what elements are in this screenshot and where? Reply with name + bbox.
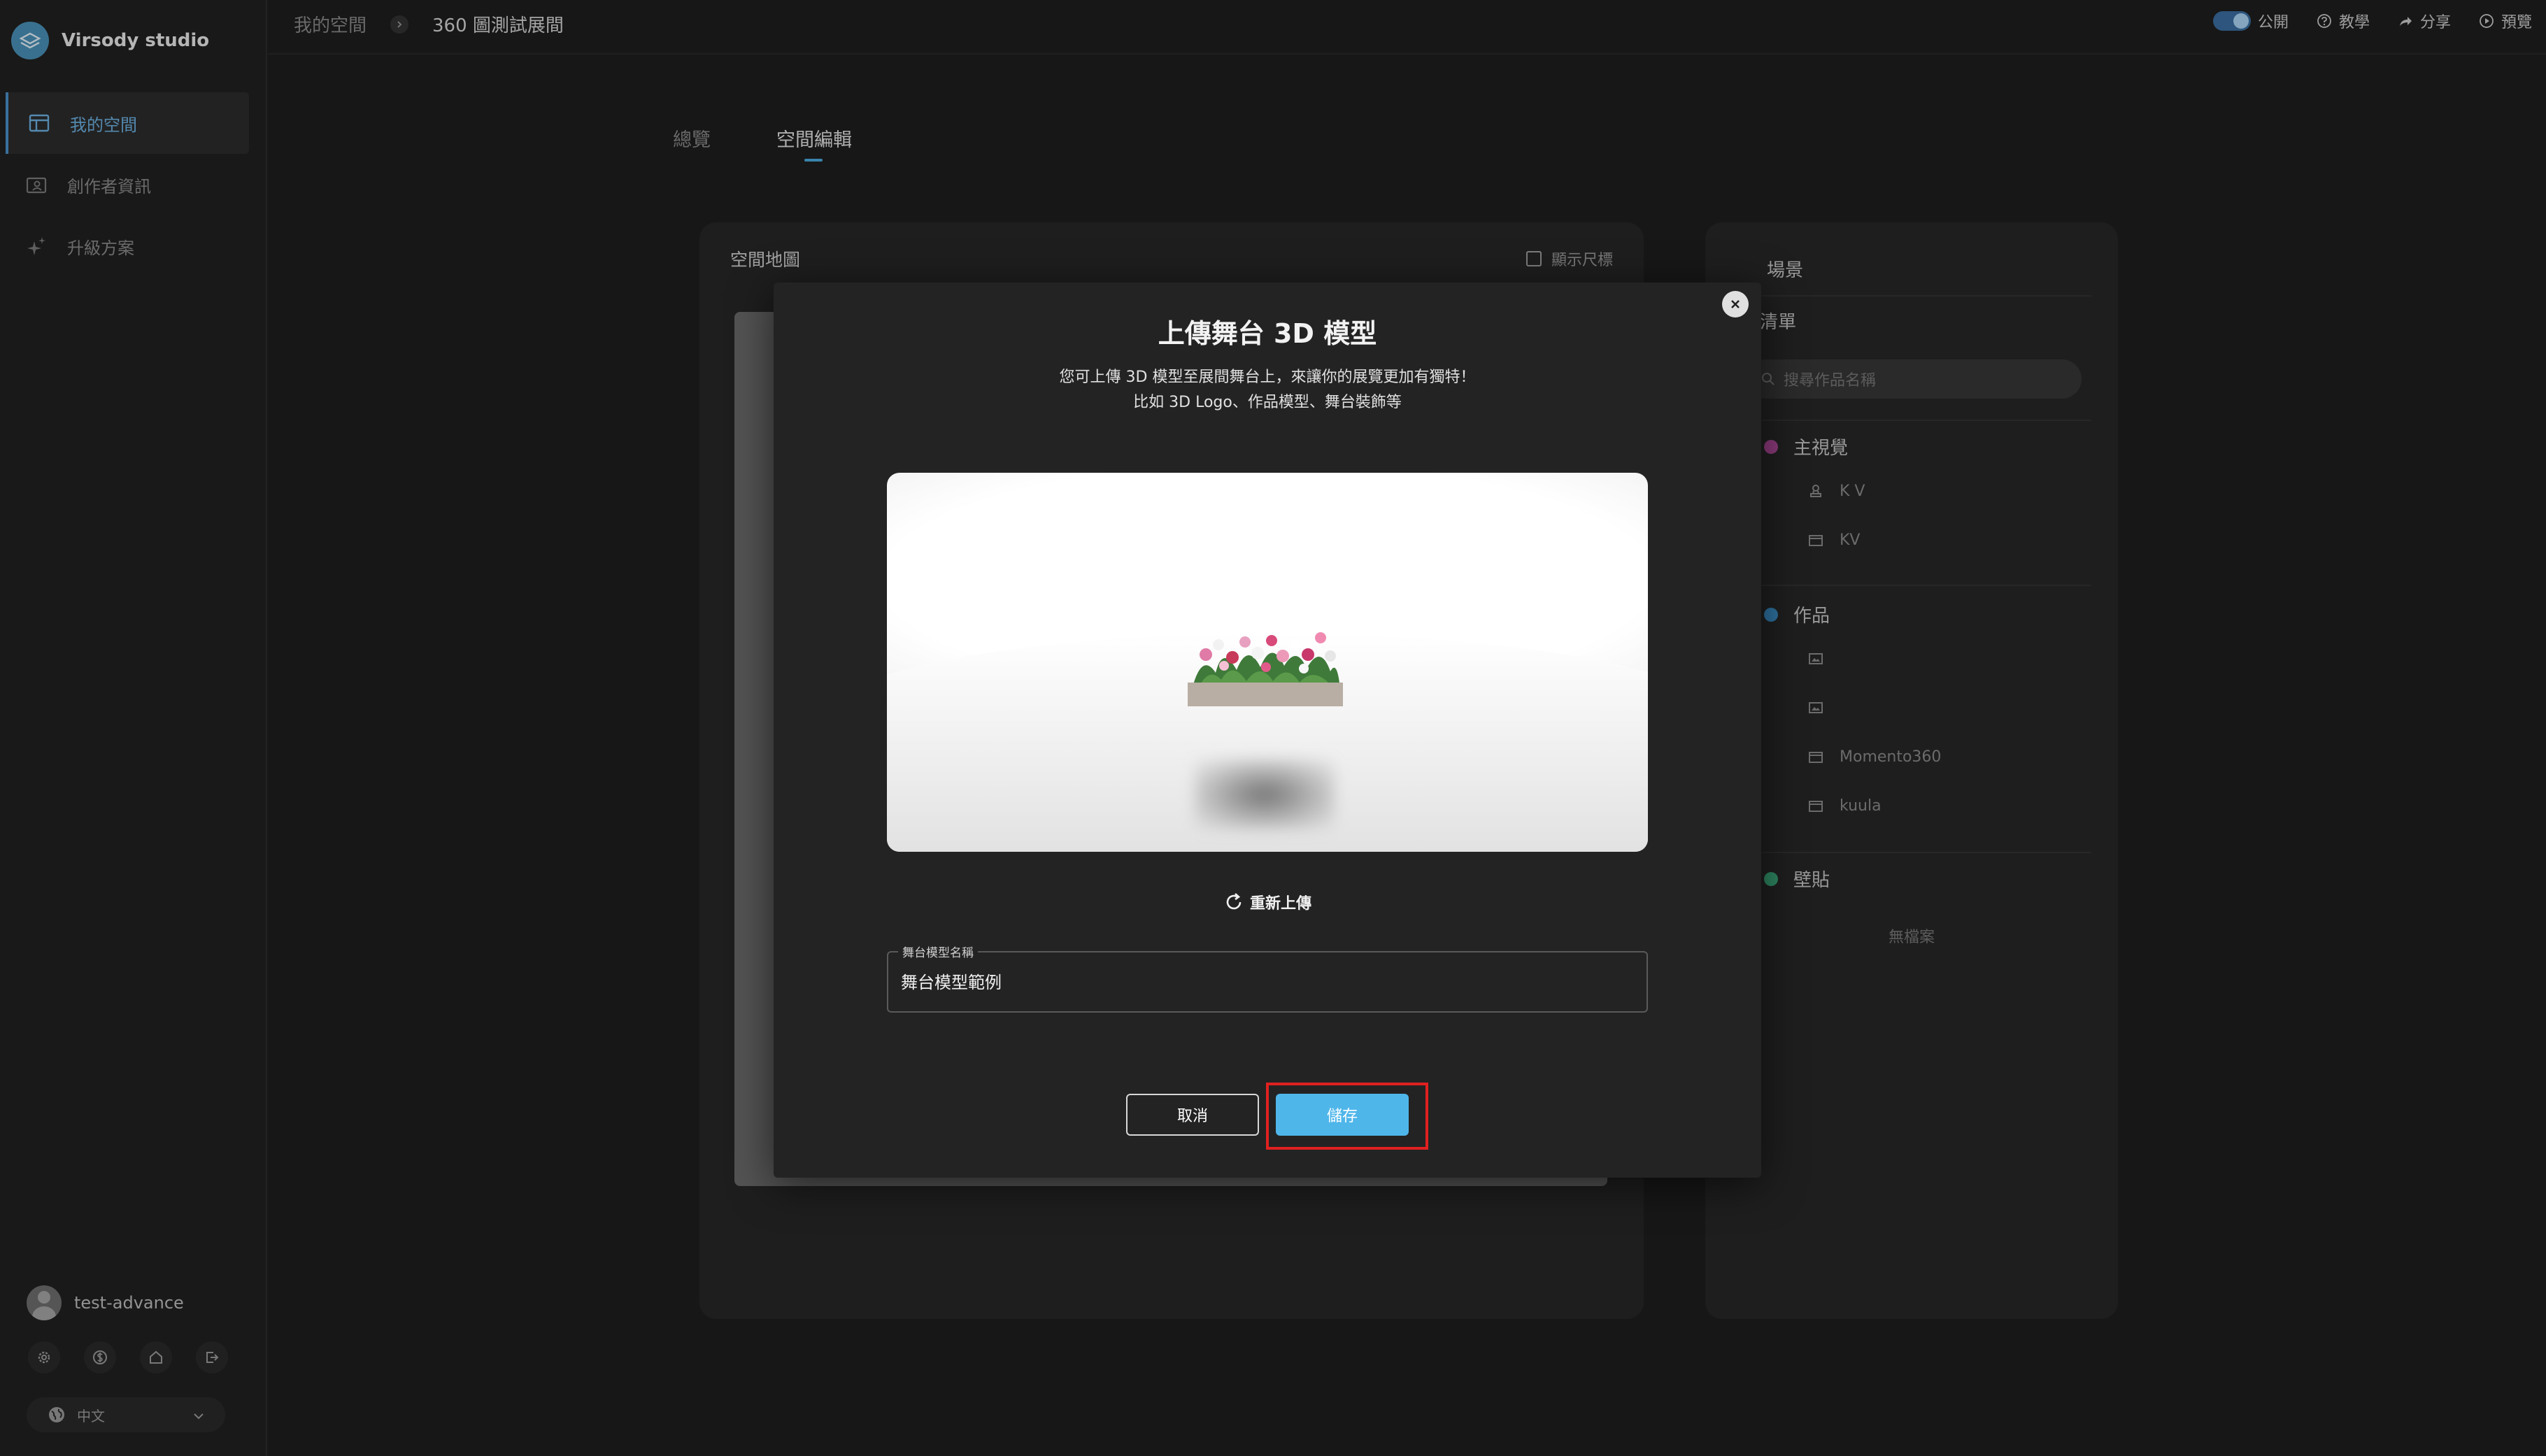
flower-planter-model: [1192, 632, 1340, 690]
description-line: 您可上傳 3D 模型至展間舞台上，來讓你的展覽更加有獨特！: [1059, 369, 1476, 386]
model-reflection: [1195, 759, 1335, 829]
upload-stage-model-dialog: 上傳舞台 3D 模型 您可上傳 3D 模型至展間舞台上，來讓你的展覽更加有獨特！…: [774, 283, 1761, 1178]
save-button[interactable]: 儲存: [1276, 1094, 1409, 1136]
description-line: 比如 3D Logo、作品模型、舞台裝飾等: [1133, 394, 1402, 411]
model-name-label: 舞台模型名稱: [898, 943, 978, 960]
planter-box: [1188, 683, 1343, 706]
close-icon: [1731, 300, 1740, 308]
dialog-description: 您可上傳 3D 模型至展間舞台上，來讓你的展覽更加有獨特！ 比如 3D Logo…: [774, 365, 1761, 415]
cancel-button[interactable]: 取消: [1126, 1094, 1259, 1136]
dialog-title: 上傳舞台 3D 模型: [1158, 318, 1377, 349]
model-preview-viewport[interactable]: [887, 473, 1648, 852]
reupload-button[interactable]: 重新上傳: [774, 891, 1761, 913]
model-name-field: 舞台模型名稱: [887, 943, 1648, 1013]
refresh-icon: [1226, 893, 1242, 910]
reupload-label: 重新上傳: [1249, 895, 1311, 913]
model-name-input[interactable]: [901, 965, 1628, 996]
